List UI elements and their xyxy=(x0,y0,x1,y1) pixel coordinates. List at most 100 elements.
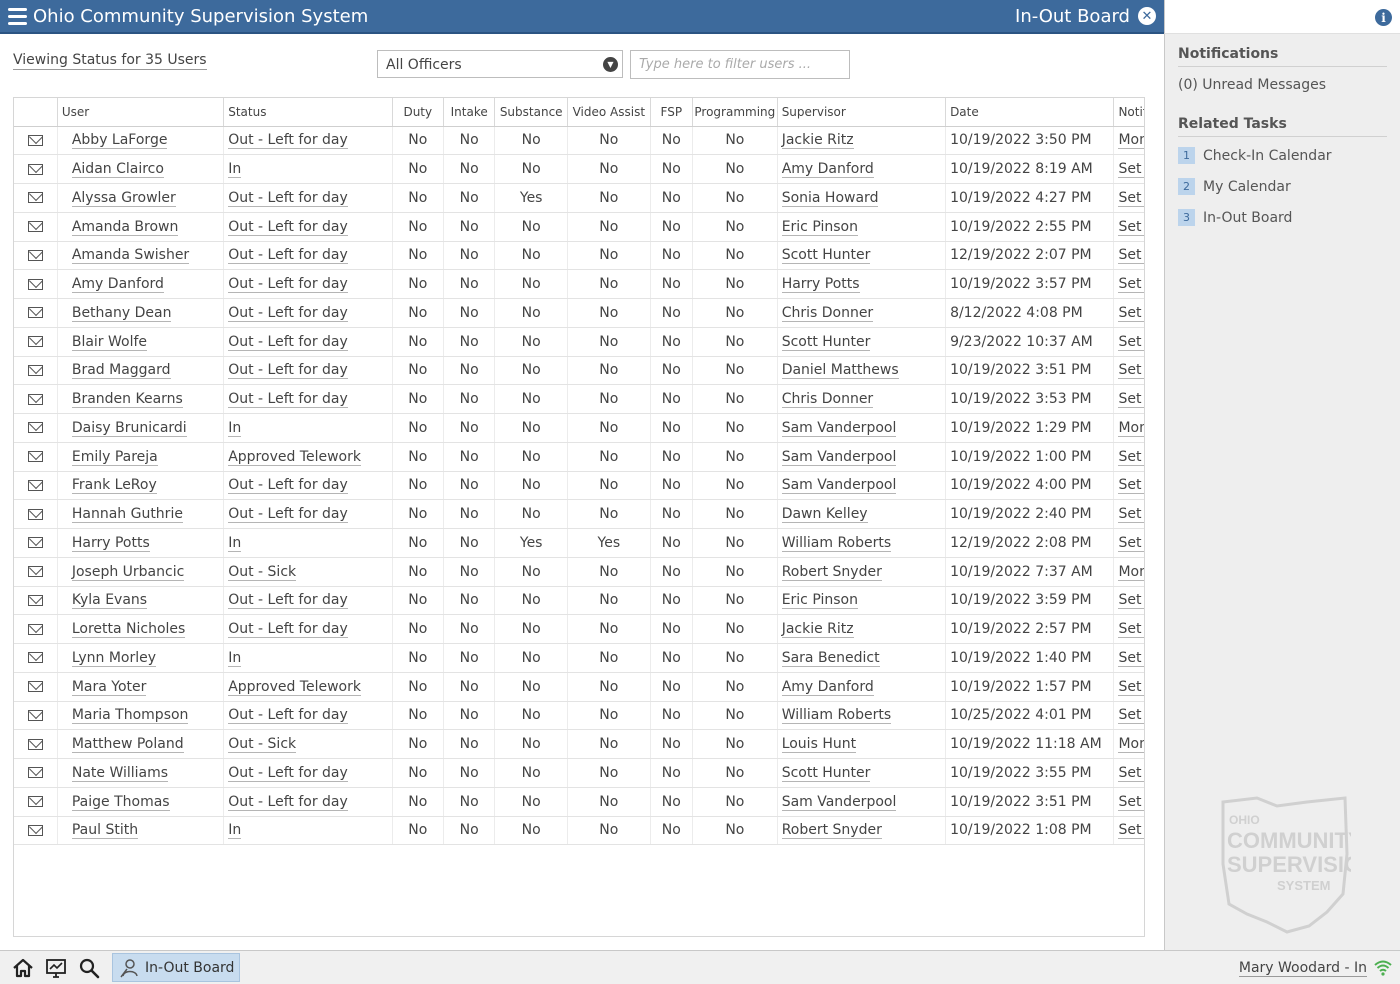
user-name-link[interactable]: Amanda Brown xyxy=(71,218,179,236)
notification-link[interactable]: Moni xyxy=(1118,419,1144,437)
home-icon[interactable] xyxy=(12,957,34,979)
status-link[interactable]: Approved Telework xyxy=(228,678,361,696)
supervisor-link[interactable]: Sam Vanderpool xyxy=(781,419,897,437)
supervisor-link[interactable]: Chris Donner xyxy=(781,304,874,322)
mail-icon[interactable] xyxy=(27,537,43,549)
user-name-link[interactable]: Maria Thompson xyxy=(71,707,189,725)
table-row[interactable]: Mara Yoter Approved Telework No No No No No No A… xyxy=(14,672,1144,702)
mail-icon[interactable] xyxy=(27,163,43,175)
status-link[interactable]: Out - Left for day xyxy=(228,793,348,811)
user-name-link[interactable]: Paige Thomas xyxy=(71,793,170,811)
mail-icon[interactable] xyxy=(27,594,43,606)
supervisor-link[interactable]: Scott Hunter xyxy=(781,333,871,351)
mail-icon[interactable] xyxy=(27,738,43,750)
unread-messages-link[interactable]: (0) Unread Messages xyxy=(1178,77,1326,93)
user-name-link[interactable]: Mara Yoter xyxy=(71,678,147,696)
supervisor-link[interactable]: Louis Hunt xyxy=(781,736,857,754)
status-link[interactable]: In xyxy=(228,822,242,840)
table-row[interactable]: Amanda Brown Out - Left for day No No No No No… xyxy=(14,212,1144,242)
column-header-supervisor[interactable]: Supervisor xyxy=(777,98,947,127)
mail-icon[interactable] xyxy=(27,566,43,578)
in-out-board-tab[interactable]: In-Out Board xyxy=(112,953,240,982)
table-row[interactable]: Emily Pareja Approved Telework No No No No No N… xyxy=(14,442,1144,472)
user-name-link[interactable]: Harry Potts xyxy=(71,534,150,552)
mail-icon[interactable] xyxy=(27,393,43,405)
column-header-duty[interactable]: Duty xyxy=(392,98,444,127)
supervisor-link[interactable]: Scott Hunter xyxy=(781,247,871,265)
mail-icon[interactable] xyxy=(27,364,43,376)
column-header-status[interactable]: Status xyxy=(223,98,393,127)
table-row[interactable]: Hannah Guthrie Out - Left for day No No No No… xyxy=(14,499,1144,529)
notification-link[interactable]: Set N xyxy=(1118,304,1144,322)
column-header-notification[interactable]: Notific xyxy=(1113,98,1144,127)
supervisor-link[interactable]: William Roberts xyxy=(781,534,892,552)
mail-icon[interactable] xyxy=(27,652,43,664)
table-row[interactable]: Abby LaForge Out - Left for day No No No No No… xyxy=(14,126,1144,156)
mail-icon[interactable] xyxy=(27,307,43,319)
supervisor-link[interactable]: Sonia Howard xyxy=(781,189,879,207)
status-link[interactable]: Out - Left for day xyxy=(228,276,348,294)
related-task-in-out-board[interactable]: 3 In-Out Board xyxy=(1178,209,1292,226)
user-name-link[interactable]: Amy Danford xyxy=(71,276,164,294)
user-name-link[interactable]: Matthew Poland xyxy=(71,736,184,754)
supervisor-link[interactable]: Daniel Matthews xyxy=(781,362,899,380)
notification-link[interactable]: Set N xyxy=(1118,362,1144,380)
status-link[interactable]: Out - Left for day xyxy=(228,391,348,409)
table-row[interactable]: Amy Danford Out - Left for day No No No No No N… xyxy=(14,269,1144,299)
status-link[interactable]: Approved Telework xyxy=(228,448,361,466)
user-name-link[interactable]: Alyssa Growler xyxy=(71,189,176,207)
supervisor-link[interactable]: Amy Danford xyxy=(781,678,874,696)
notification-link[interactable]: Set N xyxy=(1118,764,1144,782)
supervisor-link[interactable]: Sam Vanderpool xyxy=(781,793,897,811)
status-link[interactable]: Out - Sick xyxy=(228,736,297,754)
user-filter-input[interactable] xyxy=(630,50,850,79)
table-row[interactable]: Nate Williams Out - Left for day No No No No N… xyxy=(14,758,1144,788)
status-link[interactable]: In xyxy=(228,419,242,437)
notification-link[interactable]: Set N xyxy=(1118,592,1144,610)
notification-link[interactable]: Set N xyxy=(1118,793,1144,811)
supervisor-link[interactable]: Amy Danford xyxy=(781,161,874,179)
notification-link[interactable]: Moni xyxy=(1118,132,1144,150)
notification-link[interactable]: Set N xyxy=(1118,822,1144,840)
mail-icon[interactable] xyxy=(27,422,43,434)
mail-icon[interactable] xyxy=(27,249,43,261)
supervisor-link[interactable]: Robert Snyder xyxy=(781,563,882,581)
status-link[interactable]: Out - Left for day xyxy=(228,764,348,782)
supervisor-link[interactable]: Robert Snyder xyxy=(781,822,882,840)
table-row[interactable]: Paul Stith In No No No No No No Robert Snyder 10/… xyxy=(14,816,1144,846)
user-name-link[interactable]: Frank LeRoy xyxy=(71,477,157,495)
status-link[interactable]: In xyxy=(228,649,242,667)
mail-icon[interactable] xyxy=(27,479,43,491)
column-header-date[interactable]: Date xyxy=(945,98,1115,127)
mail-icon[interactable] xyxy=(27,192,43,204)
status-link[interactable]: Out - Left for day xyxy=(228,218,348,236)
supervisor-link[interactable]: Jackie Ritz xyxy=(781,621,854,639)
table-row[interactable]: Matthew Poland Out - Sick No No No No No No Loui… xyxy=(14,729,1144,759)
mail-icon[interactable] xyxy=(27,451,43,463)
dashboard-icon[interactable] xyxy=(45,957,67,979)
status-link[interactable]: Out - Left for day xyxy=(228,707,348,725)
mail-icon[interactable] xyxy=(27,767,43,779)
status-link[interactable]: In xyxy=(228,534,242,552)
column-header-fsp[interactable]: FSP xyxy=(650,98,694,127)
notification-link[interactable]: Set N xyxy=(1118,678,1144,696)
column-header-intake[interactable]: Intake xyxy=(443,98,496,127)
user-name-link[interactable]: Aidan Clairco xyxy=(71,161,164,179)
user-name-link[interactable]: Kyla Evans xyxy=(71,592,148,610)
notification-link[interactable]: Set N xyxy=(1118,218,1144,236)
status-link[interactable]: Out - Sick xyxy=(228,563,297,581)
table-row[interactable]: Joseph Urbancic Out - Sick No No No No No No Rob… xyxy=(14,557,1144,587)
supervisor-link[interactable]: Harry Potts xyxy=(781,276,860,294)
user-name-link[interactable]: Joseph Urbancic xyxy=(71,563,185,581)
user-name-link[interactable]: Paul Stith xyxy=(71,822,139,840)
status-link[interactable]: Out - Left for day xyxy=(228,506,348,524)
mail-icon[interactable] xyxy=(27,623,43,635)
column-header-programming[interactable]: Programming xyxy=(692,98,778,127)
table-row[interactable]: Blair Wolfe Out - Left for day No No No No No N… xyxy=(14,327,1144,357)
table-row[interactable]: Paige Thomas Out - Left for day No No No No No… xyxy=(14,787,1144,817)
notification-link[interactable]: Set N xyxy=(1118,477,1144,495)
user-name-link[interactable]: Abby LaForge xyxy=(71,132,168,150)
notification-link[interactable]: Set N xyxy=(1118,276,1144,294)
table-row[interactable]: Maria Thompson Out - Left for day No No No No… xyxy=(14,701,1144,731)
user-name-link[interactable]: Emily Pareja xyxy=(71,448,158,466)
